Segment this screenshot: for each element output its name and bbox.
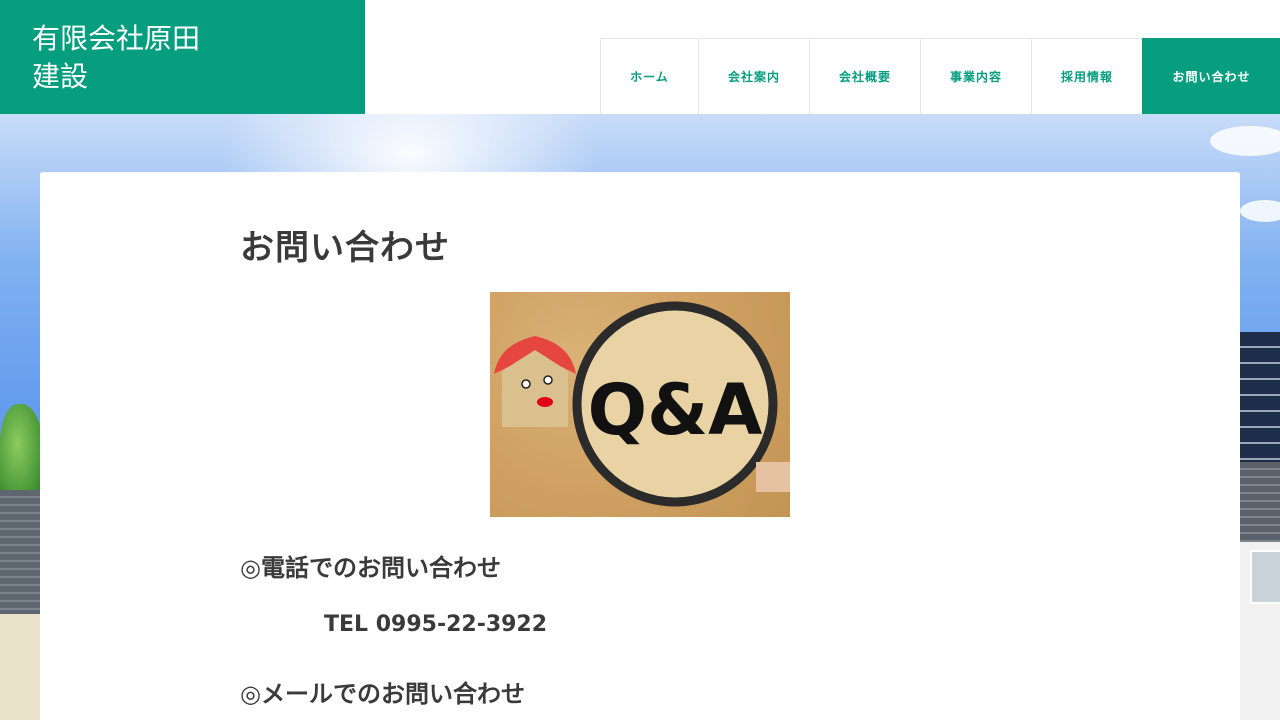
tree (0, 404, 44, 504)
solar-panel (1240, 332, 1280, 462)
house-eye-left (521, 379, 531, 389)
nav-item-business[interactable]: 事業内容 (920, 38, 1031, 114)
house-wall-left (0, 614, 44, 720)
nav-item-home[interactable]: ホーム (600, 38, 698, 114)
qa-magnifier-image: Q&A (490, 292, 790, 517)
main-nav: ホーム 会社案内 会社概要 事業内容 採用情報 お問い合わせ (600, 38, 1280, 114)
phone-contact-heading: ◎電話でのお問い合わせ (240, 554, 501, 582)
page-title: お問い合わせ (240, 228, 450, 268)
site-logo[interactable]: 有限会社原田 建設 (0, 0, 365, 114)
qa-overlay-text: Q&A (588, 369, 763, 451)
site-header: 有限会社原田 建設 ホーム 会社案内 会社概要 事業内容 採用情報 お問い合わせ (0, 0, 1280, 114)
nav-item-recruit[interactable]: 採用情報 (1031, 38, 1142, 114)
site-name-line2: 建設 (32, 60, 89, 93)
hand (756, 462, 790, 492)
cloud (1210, 126, 1280, 156)
nav-item-company-guide[interactable]: 会社案内 (698, 38, 809, 114)
site-name: 有限会社原田 建設 (32, 20, 232, 96)
nav-item-contact[interactable]: お問い合わせ (1142, 38, 1280, 114)
phone-number[interactable]: TEL 0995-22-3922 (324, 612, 547, 637)
site-name-line1: 有限会社原田 (32, 22, 201, 55)
house-eye-right (543, 375, 553, 385)
house-window (1250, 550, 1280, 604)
qa-illustration: Q&A (494, 301, 790, 507)
content-card: お問い合わせ Q&A ◎電話でのお問い合わせ TEL 0995-22-3922 … (40, 172, 1240, 720)
nav-item-company-profile[interactable]: 会社概要 (809, 38, 920, 114)
mail-contact-heading: ◎メールでのお問い合わせ (240, 680, 525, 708)
cloud (1240, 200, 1280, 222)
house-mouth (537, 397, 553, 407)
house-roof-right (1240, 462, 1280, 542)
